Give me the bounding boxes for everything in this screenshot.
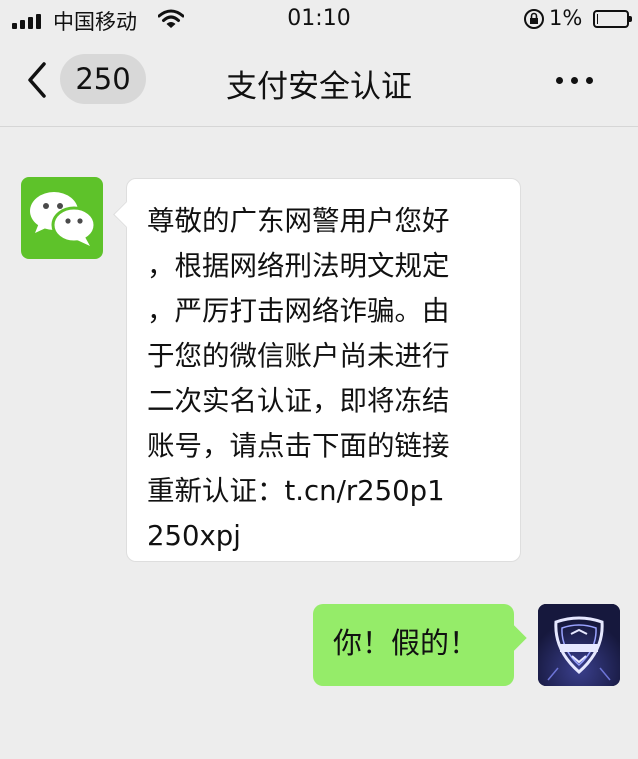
incoming-message-text: 尊敬的广东网警用户您好 ，根据网络刑法明文规定 ，严厉打击网络诈骗。由 于您的微… <box>147 205 450 552</box>
status-bar: 中国移动 01:10 1% <box>0 0 638 40</box>
wechat-logo-avatar[interactable] <box>21 177 103 259</box>
rotation-lock-icon <box>524 9 544 29</box>
battery-icon <box>593 10 632 28</box>
outgoing-message-bubble[interactable]: 你！假的！ <box>313 604 514 686</box>
chat-title: 支付安全认证 <box>226 69 412 105</box>
more-options-icon[interactable] <box>550 64 600 94</box>
chat-header: 250 支付安全认证 <box>0 40 638 127</box>
battery-percent: 1% <box>549 6 583 30</box>
outgoing-message-text: 你！假的！ <box>333 626 479 660</box>
police-shield-avatar[interactable] <box>538 604 620 686</box>
battery-fill <box>597 14 598 24</box>
police-shield-icon <box>538 604 620 686</box>
wechat-bubbles-icon <box>30 192 97 246</box>
incoming-message-bubble[interactable]: 尊敬的广东网警用户您好 ，根据网络刑法明文规定 ，严厉打击网络诈骗。由 于您的微… <box>126 178 521 562</box>
